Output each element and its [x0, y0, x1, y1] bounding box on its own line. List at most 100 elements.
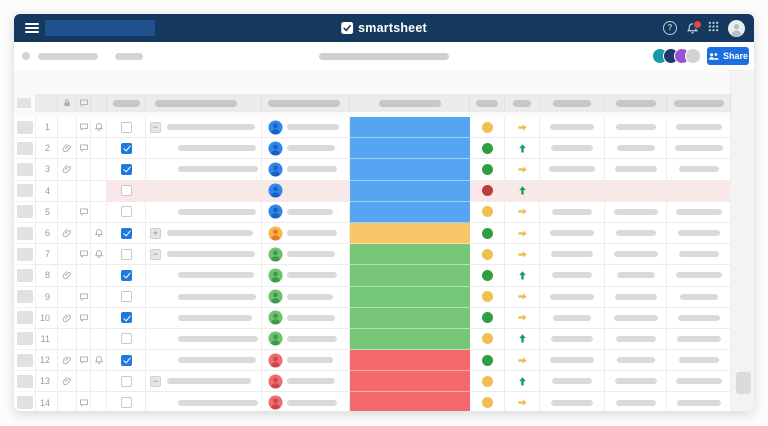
timeline-bar-cell[interactable] — [350, 350, 470, 371]
checkbox-cell[interactable] — [107, 287, 146, 308]
row-drag-handle[interactable] — [17, 332, 33, 345]
data-cell[interactable] — [605, 138, 667, 159]
data-cell[interactable] — [540, 287, 605, 308]
checkbox-cell[interactable] — [107, 350, 146, 371]
attachment-icon[interactable] — [62, 355, 72, 365]
trend-cell[interactable] — [505, 202, 540, 223]
toolbar-control-placeholder[interactable] — [38, 53, 98, 60]
checkbox-cell[interactable] — [107, 181, 146, 202]
task-cell[interactable] — [146, 159, 262, 180]
row-checkbox[interactable] — [121, 355, 132, 366]
health-cell[interactable] — [470, 392, 505, 411]
data-cell[interactable] — [540, 244, 605, 265]
task-cell[interactable]: − — [146, 244, 262, 265]
row-number[interactable]: 1 — [36, 117, 58, 138]
timeline-bar-cell[interactable] — [350, 308, 470, 329]
attachment-icon[interactable] — [62, 164, 72, 174]
reminder-bell-icon[interactable] — [94, 228, 104, 238]
column-header[interactable] — [540, 94, 605, 112]
row-drag-handle[interactable] — [17, 354, 33, 367]
data-cell[interactable] — [667, 265, 731, 286]
health-cell[interactable] — [470, 308, 505, 329]
task-cell[interactable] — [146, 308, 262, 329]
trend-cell[interactable] — [505, 392, 540, 411]
health-cell[interactable] — [470, 287, 505, 308]
user-avatar[interactable] — [728, 20, 745, 37]
row-checkbox[interactable] — [121, 291, 132, 302]
health-cell[interactable] — [470, 371, 505, 392]
trend-cell[interactable] — [505, 287, 540, 308]
row-checkbox[interactable] — [121, 122, 132, 133]
column-header[interactable] — [667, 94, 731, 112]
row-drag-handle[interactable] — [17, 121, 33, 134]
data-cell[interactable] — [605, 265, 667, 286]
assignee-cell[interactable] — [262, 138, 350, 159]
data-cell[interactable] — [540, 350, 605, 371]
timeline-bar-cell[interactable] — [350, 202, 470, 223]
timeline-bar-cell[interactable] — [350, 265, 470, 286]
row-drag-handle[interactable] — [17, 290, 33, 303]
comment-icon[interactable] — [79, 143, 89, 153]
data-cell[interactable] — [667, 371, 731, 392]
checkbox-cell[interactable] — [107, 223, 146, 244]
trend-cell[interactable] — [505, 350, 540, 371]
column-header[interactable] — [350, 94, 470, 112]
health-cell[interactable] — [470, 181, 505, 202]
row-checkbox[interactable] — [121, 164, 132, 175]
data-cell[interactable] — [667, 287, 731, 308]
nav-search-placeholder[interactable] — [45, 20, 155, 36]
checkbox-cell[interactable] — [107, 202, 146, 223]
attachment-icon[interactable] — [62, 313, 72, 323]
data-cell[interactable] — [605, 244, 667, 265]
row-checkbox[interactable] — [121, 185, 132, 196]
row-number[interactable]: 14 — [36, 392, 58, 411]
vertical-scrollbar[interactable] — [736, 372, 751, 394]
checkbox-cell[interactable] — [107, 159, 146, 180]
timeline-bar-cell[interactable] — [350, 329, 470, 350]
assignee-cell[interactable] — [262, 308, 350, 329]
collapse-icon[interactable]: − — [150, 249, 161, 260]
app-launcher-icon[interactable] — [708, 19, 719, 37]
task-cell[interactable] — [146, 265, 262, 286]
assignee-cell[interactable] — [262, 159, 350, 180]
row-checkbox[interactable] — [121, 397, 132, 408]
task-cell[interactable]: − — [146, 117, 262, 138]
row-drag-handle[interactable] — [17, 375, 33, 388]
trend-cell[interactable] — [505, 308, 540, 329]
trend-cell[interactable] — [505, 138, 540, 159]
task-cell[interactable] — [146, 202, 262, 223]
data-cell[interactable] — [605, 350, 667, 371]
comment-icon[interactable] — [79, 398, 89, 408]
timeline-bar-cell[interactable] — [350, 392, 470, 411]
collaborator-avatar[interactable] — [685, 48, 701, 64]
row-number[interactable]: 4 — [36, 181, 58, 202]
row-number[interactable]: 8 — [36, 265, 58, 286]
expand-icon[interactable]: + — [150, 228, 161, 239]
assignee-cell[interactable] — [262, 181, 350, 202]
row-checkbox[interactable] — [121, 270, 132, 281]
assignee-cell[interactable] — [262, 202, 350, 223]
row-number[interactable]: 12 — [36, 350, 58, 371]
row-number[interactable]: 13 — [36, 371, 58, 392]
share-button[interactable]: Share — [707, 47, 749, 65]
task-cell[interactable] — [146, 287, 262, 308]
reminder-bell-icon[interactable] — [94, 355, 104, 365]
data-cell[interactable] — [667, 329, 731, 350]
row-checkbox[interactable] — [121, 333, 132, 344]
data-cell[interactable] — [667, 350, 731, 371]
reminder-bell-icon[interactable] — [94, 122, 104, 132]
data-cell[interactable] — [667, 392, 731, 411]
row-number[interactable]: 5 — [36, 202, 58, 223]
data-cell[interactable] — [540, 392, 605, 411]
comment-icon[interactable] — [79, 249, 89, 259]
assignee-cell[interactable] — [262, 350, 350, 371]
row-drag-handle[interactable] — [17, 163, 33, 176]
row-number[interactable]: 6 — [36, 223, 58, 244]
health-cell[interactable] — [470, 350, 505, 371]
hamburger-menu-icon[interactable] — [25, 23, 39, 33]
toolbar-button-placeholder[interactable] — [22, 52, 30, 60]
row-drag-handle[interactable] — [17, 142, 33, 155]
collapse-icon[interactable]: − — [150, 122, 161, 133]
trend-cell[interactable] — [505, 117, 540, 138]
comment-icon[interactable] — [79, 355, 89, 365]
